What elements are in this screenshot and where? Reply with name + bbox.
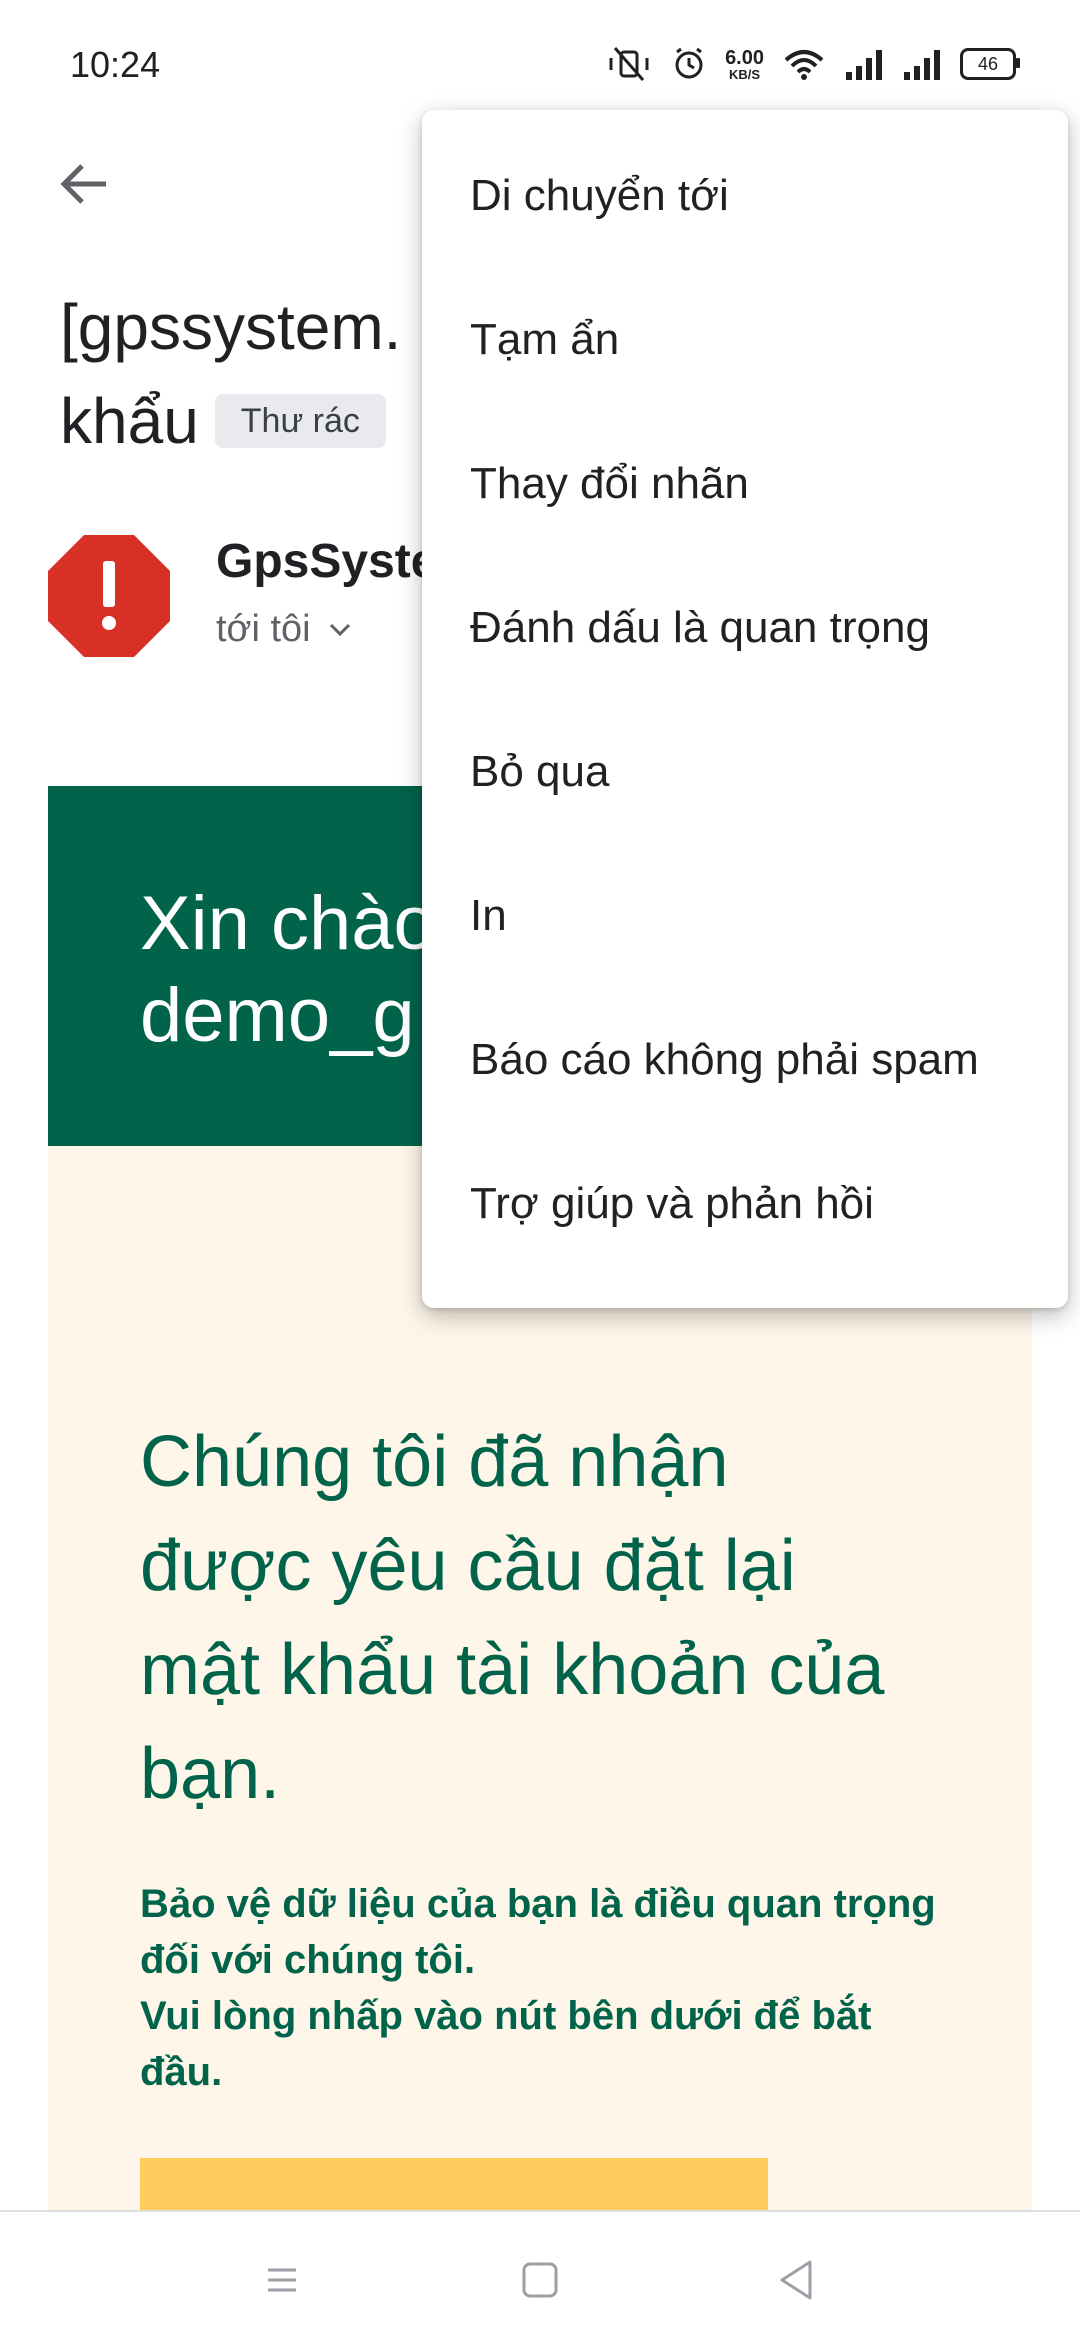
email-subject: [gpssystem. khẩu Thư rác — [60, 280, 401, 468]
email-body-text-line-1: Bảo vệ dữ liệu của bạn là điều quan trọn… — [140, 1882, 936, 1982]
back-button[interactable] — [52, 152, 116, 216]
signal-icon-1 — [846, 50, 882, 80]
menu-item-snooze[interactable]: Tạm ẩn — [422, 268, 1068, 412]
system-nav-bar — [0, 2210, 1080, 2342]
network-speed-unit: KB/S — [729, 66, 761, 82]
recipient-label: tới tôi — [216, 608, 311, 650]
menu-item-help-feedback[interactable]: Trợ giúp và phản hồi — [422, 1132, 1068, 1276]
subject-line-1: [gpssystem. — [60, 291, 402, 363]
recipient-details-toggle[interactable]: tới tôi — [216, 608, 355, 651]
alarm-icon — [675, 47, 703, 79]
reset-password-button[interactable] — [140, 2158, 768, 2218]
recent-apps-button[interactable] — [252, 2250, 312, 2310]
triangle-back-icon — [780, 2260, 812, 2300]
menu-item-print[interactable]: In — [422, 844, 1068, 988]
menu-item-change-labels[interactable]: Thay đổi nhãn — [422, 412, 1068, 556]
email-body-text-line-2: Vui lòng nhấp vào nút bên dưới để bắt đầ… — [140, 1994, 872, 2094]
back-nav-button[interactable] — [768, 2250, 828, 2310]
subject-line-2: khẩu — [60, 385, 199, 457]
email-body-text: Bảo vệ dữ liệu của bạn là điều quan trọn… — [140, 1876, 940, 2100]
email-greeting: Xin chào demo_g — [140, 881, 436, 1058]
network-speed: 6.00 KB/S — [725, 48, 764, 81]
home-button[interactable] — [510, 2250, 570, 2310]
battery-level: 46 — [977, 53, 999, 74]
signal-icon-2 — [904, 50, 940, 80]
chevron-down-icon — [329, 623, 350, 636]
spam-warning-avatar[interactable] — [48, 535, 170, 657]
warning-octagon-icon — [48, 535, 170, 657]
menu-item-move-to[interactable]: Di chuyển tới — [422, 124, 1068, 268]
menu-item-mark-important[interactable]: Đánh dấu là quan trọng — [422, 556, 1068, 700]
overflow-menu: Di chuyển tới Tạm ẩn Thay đổi nhãn Đánh … — [422, 110, 1068, 1308]
spam-label-chip[interactable]: Thư rác — [214, 394, 386, 448]
menu-item-report-not-spam[interactable]: Báo cáo không phải spam — [422, 988, 1068, 1132]
status-time: 10:24 — [70, 44, 161, 85]
sender-name[interactable]: GpsSyste — [216, 534, 437, 589]
wifi-icon — [784, 50, 824, 80]
menu-lines-icon — [268, 2268, 296, 2292]
vibrate-mute-icon — [609, 47, 649, 81]
arrow-back-icon — [60, 164, 106, 204]
email-heading: Chúng tôi đã nhận được yêu cầu đặt lại m… — [140, 1422, 885, 1814]
status-icons: 6.00 KB/S 46 — [605, 44, 1020, 84]
network-speed-value: 6.00 — [725, 46, 764, 69]
square-home-icon — [522, 2262, 558, 2298]
menu-item-mute[interactable]: Bỏ qua — [422, 700, 1068, 844]
battery-icon: 46 — [960, 48, 1020, 80]
